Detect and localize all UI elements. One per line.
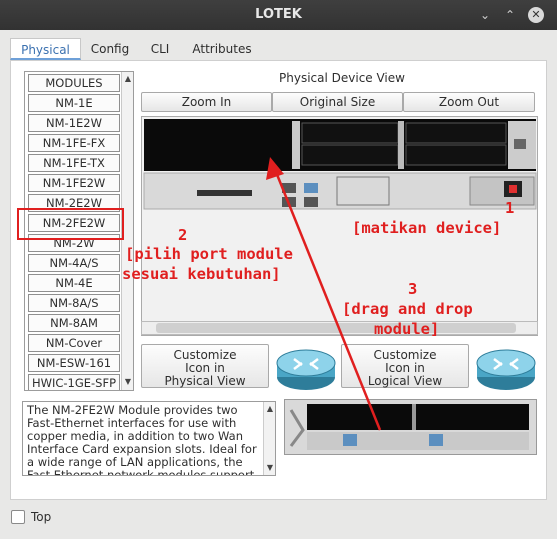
annotation-3-line1: [drag and drop	[342, 300, 473, 318]
module-item[interactable]: NM-1FE-FX	[28, 134, 120, 152]
nm-2fe2w-module-image[interactable]	[285, 400, 536, 454]
zoom-in-button[interactable]: Zoom In	[141, 92, 272, 112]
tab-config[interactable]: Config	[82, 38, 138, 60]
module-item[interactable]: NM-1FE2W	[28, 174, 120, 192]
window-title: LOTEK	[255, 7, 302, 22]
annotation-3-number: 3	[408, 280, 418, 298]
hscroll-thumb[interactable]	[156, 323, 516, 333]
customize-logical-icon-button[interactable]: Customize Icon in Logical View	[341, 344, 469, 388]
scroll-up-icon[interactable]: ▲	[265, 404, 275, 414]
router-icon	[276, 349, 336, 390]
maximize-icon[interactable]: ⌃	[503, 8, 517, 22]
module-item[interactable]: NM-1E	[28, 94, 120, 112]
annotation-2-number: 2	[178, 226, 188, 244]
minimize-icon[interactable]: ⌄	[478, 8, 492, 22]
selection-highlight-box	[17, 208, 124, 240]
tab-cli[interactable]: CLI	[140, 38, 180, 60]
annotation-2-line2: sesuai kebutuhan]	[122, 265, 281, 283]
zoom-out-button[interactable]: Zoom Out	[403, 92, 535, 112]
description-scrollbar[interactable]: ▲ ▼	[263, 402, 275, 475]
module-item[interactable]: NM-1FE-TX	[28, 154, 120, 172]
customize-physical-icon-button[interactable]: Customize Icon in Physical View	[141, 344, 269, 388]
title-bar: LOTEK	[0, 0, 557, 30]
original-size-button[interactable]: Original Size	[272, 92, 403, 112]
customize-physical-line3: Physical View	[164, 374, 246, 388]
module-item[interactable]: HWIC-1GE-SFP	[28, 374, 120, 390]
scroll-down-icon[interactable]: ▼	[265, 463, 275, 473]
module-item[interactable]: NM-1E2W	[28, 114, 120, 132]
module-item[interactable]: NM-4E	[28, 274, 120, 292]
annotation-3-line2: module]	[374, 320, 440, 338]
module-image[interactable]	[284, 399, 537, 455]
physical-device-view-title: Physical Device View	[279, 71, 405, 85]
scroll-down-icon[interactable]: ▼	[123, 377, 133, 387]
module-description-text: The NM-2FE2W Module provides two Fast-Et…	[27, 403, 257, 476]
scroll-up-icon[interactable]: ▲	[123, 74, 133, 84]
module-item[interactable]: NM-4A/S	[28, 254, 120, 272]
module-item[interactable]: NM-8A/S	[28, 294, 120, 312]
annotation-1-text: [matikan device]	[352, 219, 502, 237]
module-item[interactable]: NM-ESW-161	[28, 354, 120, 372]
annotation-1-number: 1	[505, 199, 515, 217]
module-item[interactable]: NM-Cover	[28, 334, 120, 352]
top-label: Top	[31, 510, 52, 524]
device-view-hscrollbar[interactable]	[141, 321, 538, 335]
tab-physical[interactable]: Physical	[10, 38, 81, 60]
close-icon[interactable]: ✕	[528, 7, 544, 23]
module-list-header: MODULES	[28, 74, 120, 92]
router-icon	[476, 349, 536, 390]
module-description: The NM-2FE2W Module provides two Fast-Et…	[22, 401, 276, 476]
annotation-2-line1: [pilih port module	[125, 245, 293, 263]
tab-attributes[interactable]: Attributes	[182, 38, 262, 60]
customize-logical-line3: Logical View	[367, 374, 443, 388]
top-checkbox[interactable]	[11, 510, 25, 524]
module-item[interactable]: NM-8AM	[28, 314, 120, 332]
